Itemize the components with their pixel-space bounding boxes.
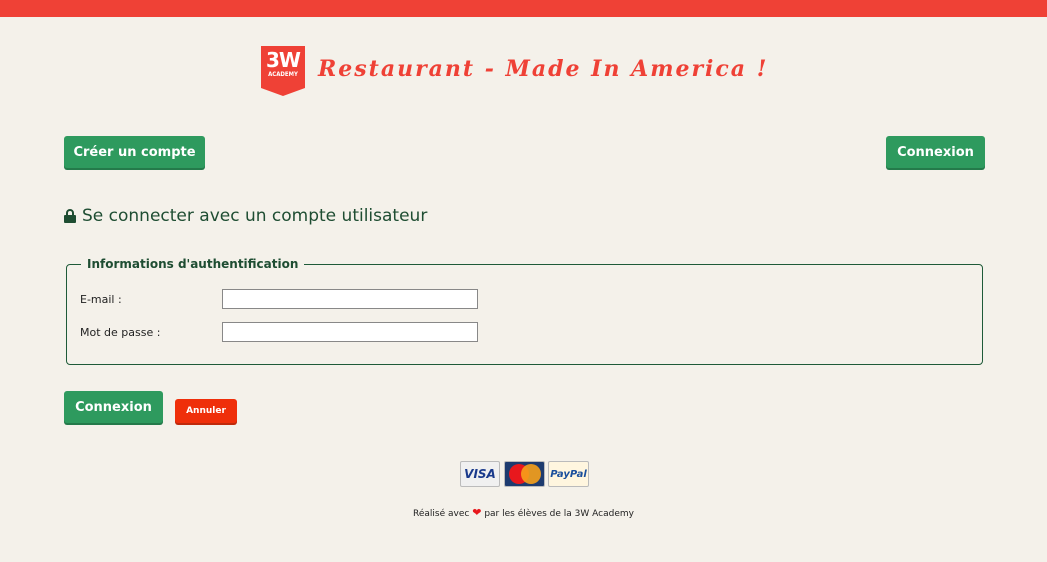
logo-subtext: ACADEMY xyxy=(268,71,298,78)
site-title: Restaurant - Made In America ! xyxy=(318,56,769,82)
auth-fieldset xyxy=(66,264,983,365)
top-bar xyxy=(0,0,1047,17)
password-label: Mot de passe : xyxy=(80,326,161,339)
page-title-text: Se connecter avec un compte utilisateur xyxy=(82,206,428,226)
logo[interactable]: 3W ACADEMY xyxy=(261,46,305,96)
login-submit-button[interactable]: Connexion xyxy=(64,391,163,423)
footer-credit: Réalisé avec ❤ par les élèves de la 3W A… xyxy=(0,506,1047,519)
login-nav-button[interactable]: Connexion xyxy=(886,136,985,168)
visa-logo: VISA xyxy=(460,461,500,487)
cancel-button[interactable]: Annuler xyxy=(175,399,237,423)
page-title: Se connecter avec un compte utilisateur xyxy=(64,206,427,226)
footer-text-before: Réalisé avec xyxy=(413,509,470,519)
email-label: E-mail : xyxy=(80,293,122,306)
brand-header: 3W ACADEMY Restaurant - Made In America … xyxy=(0,46,1047,98)
email-field[interactable] xyxy=(222,289,478,309)
mastercard-orange-circle xyxy=(520,464,541,484)
create-account-button[interactable]: Créer un compte xyxy=(64,136,205,168)
lock-icon xyxy=(64,209,76,223)
auth-legend: Informations d'authentification xyxy=(81,257,305,271)
logo-text: 3W xyxy=(266,48,301,72)
paypal-logo: PayPal xyxy=(548,461,589,487)
heart-icon: ❤ xyxy=(472,506,482,519)
password-field[interactable] xyxy=(222,322,478,342)
footer-text-after: par les élèves de la 3W Academy xyxy=(484,509,634,519)
mastercard-logo xyxy=(504,461,545,487)
